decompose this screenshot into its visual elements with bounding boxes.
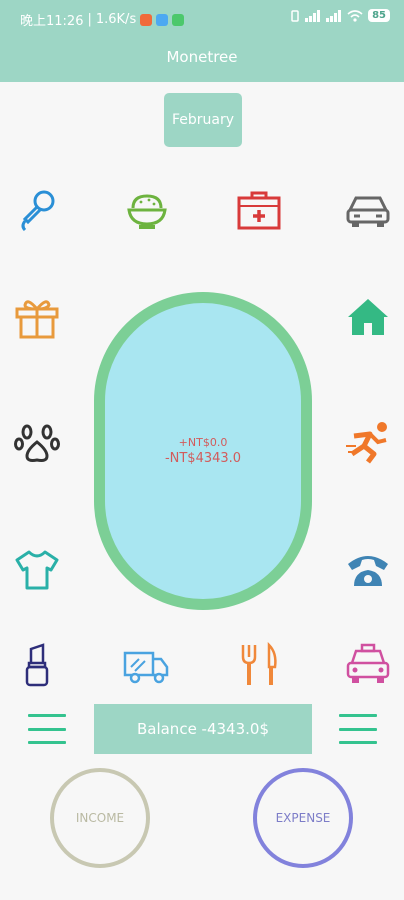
signal-icon bbox=[305, 9, 321, 22]
telephone-icon bbox=[348, 556, 388, 586]
category-pet[interactable] bbox=[10, 415, 64, 469]
house-icon bbox=[348, 299, 388, 335]
microphone-icon bbox=[21, 190, 55, 232]
status-time: 晚上11:26 bbox=[20, 14, 84, 29]
category-home[interactable] bbox=[341, 290, 395, 344]
status-bar: 晚上11:26 | 1.6K/s 85 bbox=[0, 0, 404, 36]
category-cosmetics[interactable] bbox=[10, 638, 64, 692]
lipstick-icon bbox=[25, 643, 49, 687]
app-bar: Monetree bbox=[0, 36, 404, 82]
vibrate-icon bbox=[291, 9, 299, 22]
delivery-truck-icon bbox=[123, 651, 169, 684]
category-dining[interactable] bbox=[232, 638, 286, 692]
app-screen: 晚上11:26 | 1.6K/s 85 Monetree February +N… bbox=[0, 0, 404, 900]
right-menu-button[interactable] bbox=[339, 714, 377, 744]
left-menu-button[interactable] bbox=[28, 714, 66, 744]
running-icon bbox=[346, 422, 387, 464]
category-clothing[interactable] bbox=[10, 543, 64, 597]
category-taxi[interactable] bbox=[341, 638, 395, 692]
month-selector-button[interactable]: February bbox=[164, 93, 242, 147]
taxi-icon bbox=[346, 643, 390, 683]
category-sport[interactable] bbox=[341, 415, 395, 469]
rice-bowl-icon bbox=[127, 194, 167, 229]
balance-display: Balance -4343.0$ bbox=[94, 704, 312, 754]
paw-icon bbox=[14, 424, 60, 462]
signal-icon bbox=[326, 9, 342, 22]
income-button[interactable]: INCOME bbox=[50, 768, 150, 868]
car-icon bbox=[346, 196, 390, 227]
battery-icon: 85 bbox=[368, 9, 390, 22]
category-phone[interactable] bbox=[341, 543, 395, 597]
summary-oval: +NT$0.0 -NT$4343.0 bbox=[94, 292, 312, 610]
category-car[interactable] bbox=[341, 183, 395, 237]
status-network-speed: 1.6K/s bbox=[95, 12, 137, 27]
category-shipping[interactable] bbox=[120, 638, 174, 692]
notification-icon bbox=[156, 13, 169, 26]
notification-icon bbox=[140, 13, 153, 26]
app-title: Monetree bbox=[166, 48, 238, 66]
gift-icon bbox=[15, 300, 59, 339]
fork-knife-icon bbox=[241, 641, 277, 685]
category-medical[interactable] bbox=[232, 183, 286, 237]
t-shirt-icon bbox=[15, 550, 59, 590]
notification-icon bbox=[172, 13, 185, 26]
expense-total: -NT$4343.0 bbox=[164, 451, 242, 466]
expense-button[interactable]: EXPENSE bbox=[253, 768, 353, 868]
category-food[interactable] bbox=[120, 183, 174, 237]
category-gift[interactable] bbox=[10, 290, 64, 344]
first-aid-kit-icon bbox=[237, 191, 281, 230]
category-entertainment[interactable] bbox=[10, 183, 64, 237]
income-total: +NT$0.0 bbox=[178, 436, 228, 449]
wifi-icon bbox=[347, 9, 363, 22]
